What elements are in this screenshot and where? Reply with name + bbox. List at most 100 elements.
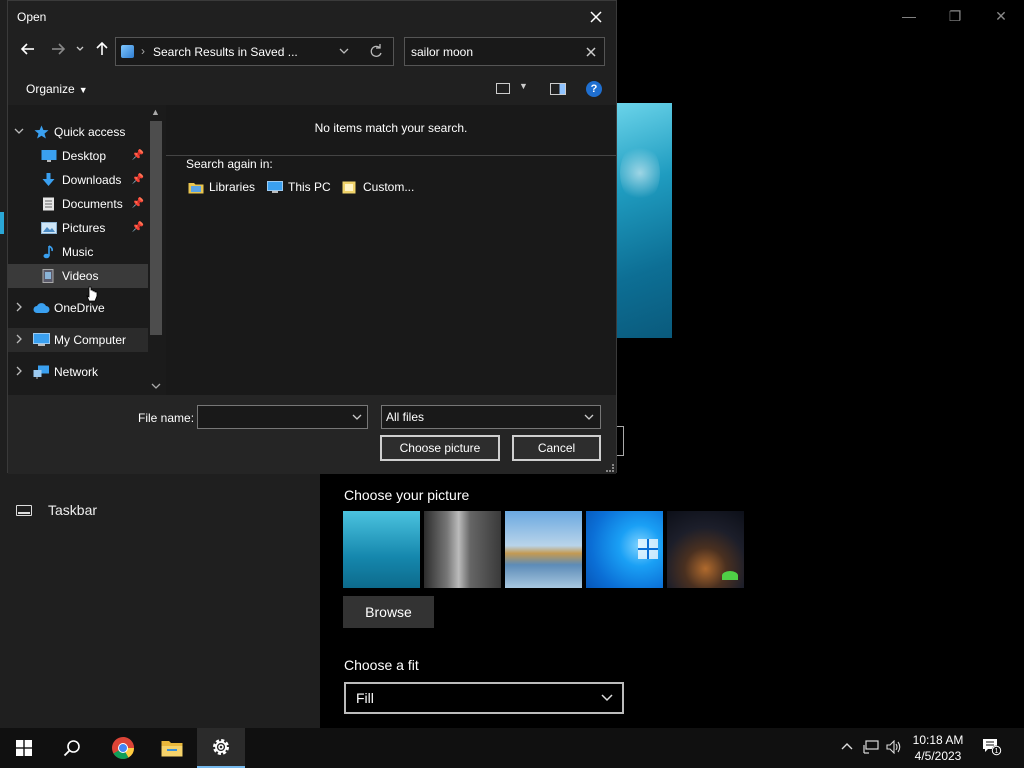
nav-item-taskbar-label: Taskbar xyxy=(48,502,98,518)
dialog-toolbar: Organize ▼ ▼ ? xyxy=(8,73,616,105)
expanded-chevron-icon[interactable] xyxy=(14,126,24,138)
nav-selection-indicator xyxy=(0,212,4,234)
organize-label: Organize xyxy=(26,82,75,96)
back-button[interactable] xyxy=(16,41,40,63)
caret-down-icon[interactable]: ▼ xyxy=(519,81,528,91)
nav-item-label: Videos xyxy=(62,269,99,283)
nav-item-label: Quick access xyxy=(54,125,126,139)
thumbnail-cliff[interactable] xyxy=(424,511,501,588)
search-location-label: Custom... xyxy=(363,180,415,194)
thumbnail-underwater[interactable] xyxy=(343,511,420,588)
notification-center-button[interactable]: 1 xyxy=(982,738,1002,756)
choose-fit-heading: Choose a fit xyxy=(344,657,419,673)
taskbar-clock[interactable]: 10:18 AM 4/5/2023 xyxy=(906,732,970,764)
thumbnail-windows-logo[interactable] xyxy=(586,511,663,588)
fit-select[interactable]: Fill xyxy=(344,682,624,714)
recent-locations-button[interactable] xyxy=(68,41,92,63)
gear-icon xyxy=(213,739,229,755)
address-text: Search Results in Saved ... xyxy=(153,45,298,59)
file-type-value: All files xyxy=(386,410,425,424)
arrow-up-icon xyxy=(96,41,108,55)
collapsed-chevron-icon[interactable] xyxy=(14,334,24,346)
nav-item-onedrive[interactable]: OneDrive xyxy=(8,296,148,320)
file-explorer-button[interactable] xyxy=(148,728,196,768)
choose-picture-heading: Choose your picture xyxy=(344,487,470,503)
resize-grip[interactable] xyxy=(606,464,614,472)
pictures-icon xyxy=(41,221,57,235)
nav-item-pictures[interactable]: Pictures 📌 xyxy=(8,216,148,240)
address-bar[interactable]: › Search Results in Saved ... xyxy=(115,37,394,66)
preview-pane-button[interactable] xyxy=(550,83,566,95)
windows-taskbar: 10:18 AM 4/5/2023 1 xyxy=(0,728,1024,768)
up-button[interactable] xyxy=(90,41,114,63)
nav-item-network[interactable]: Network xyxy=(8,360,148,384)
forward-button[interactable] xyxy=(46,41,70,63)
close-icon xyxy=(586,47,596,57)
file-list-pane[interactable]: No items match your search. Search again… xyxy=(166,105,616,395)
search-input[interactable]: sailor moon xyxy=(404,37,605,66)
nav-item-music[interactable]: Music xyxy=(8,240,148,264)
thumbnail-beach-rocks[interactable] xyxy=(505,511,582,588)
start-button[interactable] xyxy=(0,728,48,768)
settings-button[interactable] xyxy=(197,728,245,768)
chrome-icon xyxy=(112,737,134,759)
thumbnail-night-sky[interactable] xyxy=(667,511,744,588)
caret-down-icon: ▼ xyxy=(78,85,88,95)
refresh-button[interactable] xyxy=(369,42,383,63)
help-icon[interactable]: ? xyxy=(586,81,602,97)
nav-item-my-computer[interactable]: My Computer xyxy=(8,328,148,352)
file-name-input[interactable] xyxy=(197,405,368,429)
nav-item-quick-access[interactable]: Quick access xyxy=(8,120,148,144)
search-again-label: Search again in: xyxy=(186,157,273,171)
search-location-label: Libraries xyxy=(209,180,256,194)
chevron-down-icon[interactable] xyxy=(352,410,362,427)
collapsed-chevron-icon[interactable] xyxy=(14,366,24,378)
star-icon xyxy=(34,125,49,139)
dialog-title: Open xyxy=(17,10,47,24)
search-input-value: sailor moon xyxy=(411,45,474,59)
search-location-this-pc[interactable]: This PC xyxy=(267,180,331,194)
nav-scrollbar-thumb[interactable] xyxy=(150,121,162,335)
clear-search-button[interactable] xyxy=(584,43,598,64)
document-icon xyxy=(41,197,56,211)
search-location-libraries[interactable]: Libraries xyxy=(188,180,255,194)
network-status-icon[interactable] xyxy=(863,740,879,757)
pin-icon: 📌 xyxy=(131,174,144,185)
nav-item-taskbar[interactable]: Taskbar xyxy=(16,502,97,518)
dialog-titlebar[interactable]: Open xyxy=(8,1,616,33)
collapsed-chevron-icon[interactable] xyxy=(14,302,24,314)
search-location-custom[interactable]: Custom... xyxy=(342,180,414,194)
maximize-button[interactable]: ❐ xyxy=(932,6,978,26)
nav-item-label: Pictures xyxy=(62,221,106,235)
file-type-select[interactable]: All files xyxy=(381,405,601,429)
search-button[interactable] xyxy=(48,728,96,768)
nav-item-downloads[interactable]: Downloads 📌 xyxy=(8,168,148,192)
organize-button[interactable]: Organize ▼ xyxy=(26,82,88,96)
notification-count: 1 xyxy=(995,748,999,755)
nav-item-documents[interactable]: Documents 📌 xyxy=(8,192,148,216)
nav-item-videos[interactable]: Videos xyxy=(8,264,148,288)
window-close-button[interactable]: ✕ xyxy=(978,6,1024,26)
address-dropdown-button[interactable] xyxy=(338,43,350,62)
minimize-button[interactable]: — xyxy=(886,6,932,26)
libraries-icon xyxy=(188,181,204,194)
nav-item-label: Documents xyxy=(62,197,123,211)
scroll-up-icon[interactable]: ▲ xyxy=(151,107,160,117)
open-dialog: Open › Search Results in Saved ... sailo… xyxy=(7,0,617,474)
clock-time: 10:18 AM xyxy=(912,733,964,747)
volume-icon[interactable] xyxy=(886,739,902,757)
custom-folder-icon xyxy=(342,181,358,194)
nav-item-label: Desktop xyxy=(62,149,107,163)
browse-button[interactable]: Browse xyxy=(343,596,434,628)
cancel-button[interactable]: Cancel xyxy=(512,435,601,461)
taskbar-icon xyxy=(16,504,32,516)
nav-item-desktop[interactable]: Desktop 📌 xyxy=(8,144,148,168)
chrome-button[interactable] xyxy=(99,728,147,768)
choose-picture-button[interactable]: Choose picture xyxy=(380,435,500,461)
scroll-down-icon[interactable] xyxy=(151,381,161,393)
dialog-close-button[interactable] xyxy=(584,5,608,29)
saved-search-icon xyxy=(121,45,134,58)
change-view-button[interactable] xyxy=(496,83,510,94)
chevron-up-icon[interactable] xyxy=(840,740,854,757)
background-dropdown-edge xyxy=(616,426,624,456)
